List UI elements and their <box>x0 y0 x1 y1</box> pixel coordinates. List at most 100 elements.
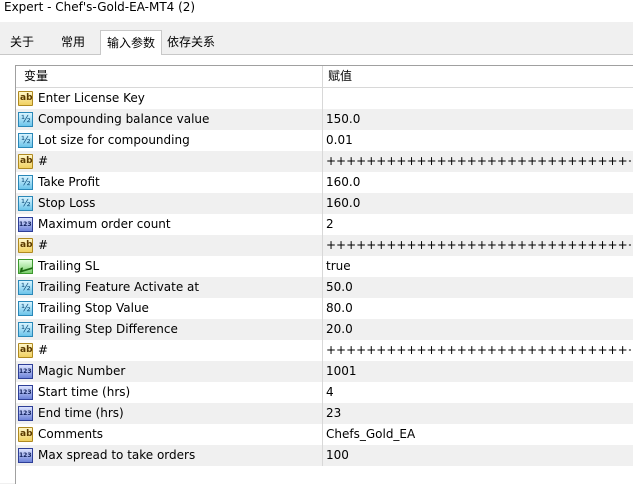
table-row[interactable]: Lot size for compounding 0.01 <box>16 130 633 151</box>
variable-name: Compounding balance value <box>38 112 210 126</box>
tab-about[interactable]: 关于 <box>2 30 42 54</box>
variable-value[interactable]: 100 <box>326 445 631 466</box>
table-row[interactable]: # +++++++++++++++++++++++++++++++... <box>16 151 633 172</box>
cell-divider <box>322 109 323 130</box>
column-header-variable[interactable]: 变量 <box>24 66 48 87</box>
variable-value[interactable]: Chefs_Gold_EA <box>326 424 631 445</box>
variable-name: Take Profit <box>38 175 100 189</box>
cell-divider <box>322 340 323 361</box>
variable-name: Magic Number <box>38 364 126 378</box>
integer-123-icon <box>18 217 33 232</box>
variable-value[interactable]: true <box>326 256 631 277</box>
variable-value[interactable]: 23 <box>326 403 631 424</box>
string-ab-icon <box>18 238 33 253</box>
variable-value[interactable]: 160.0 <box>326 172 631 193</box>
table-row[interactable]: Enter License Key <box>16 88 633 109</box>
variable-value[interactable]: 4 <box>326 382 631 403</box>
variable-name: Enter License Key <box>38 91 145 105</box>
table-row[interactable]: Max spread to take orders 100 <box>16 445 633 466</box>
cell-divider <box>322 382 323 403</box>
table-row[interactable]: Trailing Stop Value 80.0 <box>16 298 633 319</box>
cell-divider <box>322 361 323 382</box>
column-divider[interactable] <box>322 66 323 87</box>
tab-dependencies[interactable]: 依存关系 <box>162 30 220 54</box>
boolean-check-icon <box>18 259 33 274</box>
table-row[interactable]: Magic Number 1001 <box>16 361 633 382</box>
variable-name: Comments <box>38 427 104 441</box>
variable-name: Trailing Stop Value <box>38 301 149 315</box>
inputs-table: 变量 赋值 Enter License Key Compounding balan… <box>15 65 633 484</box>
cell-divider <box>322 445 323 466</box>
variable-name: Lot size for compounding <box>38 133 190 147</box>
table-row[interactable]: Maximum order count 2 <box>16 214 633 235</box>
cell-divider <box>322 256 323 277</box>
double-v2-icon <box>18 280 33 295</box>
tab-panel: 变量 赋值 Enter License Key Compounding balan… <box>0 54 633 484</box>
tab-inputs[interactable]: 输入参数 <box>100 30 162 55</box>
cell-divider <box>322 214 323 235</box>
table-header: 变量 赋值 <box>16 66 633 88</box>
variable-name: Maximum order count <box>38 217 171 231</box>
string-ab-icon <box>18 343 33 358</box>
table-row[interactable]: # +++++++++++++++++++++++++++++++... <box>16 235 633 256</box>
cell-divider <box>322 193 323 214</box>
string-ab-icon <box>18 427 33 442</box>
table-row[interactable]: # +++++++++++++++++++++++++++++++... <box>16 340 633 361</box>
variable-name: # <box>38 154 49 168</box>
variable-value[interactable]: 150.0 <box>326 109 631 130</box>
variable-value[interactable]: 0.01 <box>326 130 631 151</box>
table-row[interactable]: Take Profit 160.0 <box>16 172 633 193</box>
cell-divider <box>322 403 323 424</box>
variable-name: Trailing SL <box>38 259 100 273</box>
variable-value[interactable]: 50.0 <box>326 277 631 298</box>
cell-divider <box>322 88 323 109</box>
window-titlebar: Expert - Chef's-Gold-EA-MT4 (2) <box>0 0 633 22</box>
variable-value[interactable]: 160.0 <box>326 193 631 214</box>
table-row[interactable]: End time (hrs) 23 <box>16 403 633 424</box>
cell-divider <box>322 235 323 256</box>
variable-value[interactable]: +++++++++++++++++++++++++++++++... <box>326 235 631 256</box>
variable-name: Max spread to take orders <box>38 448 196 462</box>
cell-divider <box>322 298 323 319</box>
cell-divider <box>322 130 323 151</box>
integer-123-icon <box>18 448 33 463</box>
double-v2-icon <box>18 175 33 190</box>
cell-divider <box>322 319 323 340</box>
table-row[interactable]: Stop Loss 160.0 <box>16 193 633 214</box>
table-row[interactable]: Comments Chefs_Gold_EA <box>16 424 633 445</box>
integer-123-icon <box>18 406 33 421</box>
variable-value[interactable]: +++++++++++++++++++++++++++++++... <box>326 340 631 361</box>
table-row[interactable]: Start time (hrs) 4 <box>16 382 633 403</box>
table-row[interactable]: Trailing Feature Activate at 50.0 <box>16 277 633 298</box>
variable-value[interactable]: +++++++++++++++++++++++++++++++... <box>326 151 631 172</box>
string-ab-icon <box>18 154 33 169</box>
variable-value[interactable]: 2 <box>326 214 631 235</box>
table-row[interactable]: Trailing Step Difference 20.0 <box>16 319 633 340</box>
table-row[interactable]: Trailing SL true <box>16 256 633 277</box>
variable-name: Start time (hrs) <box>38 385 131 399</box>
integer-123-icon <box>18 364 33 379</box>
variable-name: Trailing Step Difference <box>38 322 178 336</box>
tab-common[interactable]: 常用 <box>50 30 96 54</box>
column-header-value[interactable]: 赋值 <box>328 66 352 87</box>
cell-divider <box>322 424 323 445</box>
variable-value[interactable]: 20.0 <box>326 319 631 340</box>
variable-value[interactable]: 1001 <box>326 361 631 382</box>
cell-divider <box>322 172 323 193</box>
variable-value[interactable]: 80.0 <box>326 298 631 319</box>
cell-divider <box>322 277 323 298</box>
integer-123-icon <box>18 385 33 400</box>
double-v2-icon <box>18 112 33 127</box>
double-v2-icon <box>18 301 33 316</box>
variable-name: Trailing Feature Activate at <box>38 280 200 294</box>
window-title: Expert - Chef's-Gold-EA-MT4 (2) <box>4 0 196 14</box>
variable-value[interactable] <box>326 88 631 109</box>
double-v2-icon <box>18 133 33 148</box>
variable-name: # <box>38 343 49 357</box>
variable-name: Stop Loss <box>38 196 96 210</box>
tab-strip: 关于 常用 输入参数 依存关系 <box>0 30 633 55</box>
table-row[interactable]: Compounding balance value 150.0 <box>16 109 633 130</box>
variable-name: # <box>38 238 49 252</box>
double-v2-icon <box>18 322 33 337</box>
cell-divider <box>322 151 323 172</box>
